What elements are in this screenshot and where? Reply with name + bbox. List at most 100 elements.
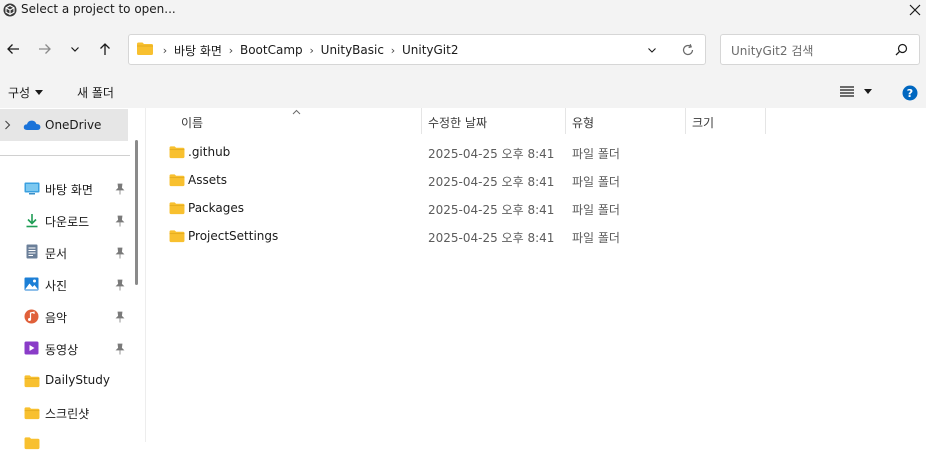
pin-icon[interactable] bbox=[115, 279, 125, 291]
sidebar-item-label: 바탕 화면 bbox=[45, 183, 93, 197]
new-folder-label: 새 폴더 bbox=[77, 86, 114, 100]
arrow-right-icon bbox=[39, 44, 51, 54]
breadcrumb-item[interactable]: 바탕 화면 bbox=[174, 42, 222, 59]
file-type: 파일 폴더 bbox=[572, 175, 620, 189]
sidebar-item-label: 스크린샷 bbox=[45, 407, 90, 421]
chevron-down-icon bbox=[648, 48, 656, 53]
sidebar-item-desktop[interactable]: 바탕 화면 bbox=[0, 176, 132, 200]
folder-icon bbox=[169, 230, 185, 243]
address-dropdown-button[interactable] bbox=[639, 37, 665, 63]
file-row[interactable]: .github 2025-04-25 오후 8:41 파일 폴더 bbox=[160, 142, 760, 164]
file-row[interactable]: Assets 2025-04-25 오후 8:41 파일 폴더 bbox=[160, 170, 760, 192]
column-divider[interactable] bbox=[765, 108, 766, 134]
view-options-button[interactable] bbox=[840, 86, 872, 97]
column-header-row bbox=[150, 108, 926, 136]
up-button[interactable] bbox=[92, 36, 118, 62]
search-icon[interactable] bbox=[895, 43, 908, 56]
sidebar-item-dailystudy[interactable]: DailyStudy bbox=[0, 368, 132, 392]
arrow-left-icon bbox=[7, 44, 19, 54]
file-date: 2025-04-25 오후 8:41 bbox=[428, 231, 555, 245]
sidebar-item-label: DailyStudy bbox=[45, 373, 111, 387]
sidebar-item-label: 다운로드 bbox=[45, 215, 90, 229]
sidebar-item-label: 동영상 bbox=[45, 343, 79, 357]
command-bar bbox=[0, 78, 926, 108]
column-divider[interactable] bbox=[565, 108, 566, 134]
svg-text:?: ? bbox=[907, 87, 913, 100]
breadcrumb-separator-icon: › bbox=[309, 43, 314, 57]
download-icon bbox=[26, 214, 38, 228]
folder-icon bbox=[24, 407, 40, 420]
folder-icon bbox=[137, 42, 153, 55]
breadcrumb-separator-icon: › bbox=[162, 43, 168, 57]
file-date: 2025-04-25 오후 8:41 bbox=[428, 175, 555, 189]
music-icon bbox=[24, 309, 39, 324]
sidebar-divider bbox=[0, 155, 130, 156]
sort-ascending-icon bbox=[292, 109, 301, 115]
sidebar-item-documents[interactable]: 문서 bbox=[0, 240, 132, 264]
pin-icon[interactable] bbox=[115, 311, 125, 323]
arrow-up-icon bbox=[100, 43, 110, 55]
list-view-icon bbox=[840, 86, 854, 97]
file-date: 2025-04-25 오후 8:41 bbox=[428, 147, 555, 161]
new-folder-button[interactable]: 새 폴더 bbox=[77, 84, 114, 101]
sidebar-item-music[interactable]: 음악 bbox=[0, 304, 132, 328]
sidebar-item-label: 음악 bbox=[45, 311, 68, 325]
sidebar-item-pictures[interactable]: 사진 bbox=[0, 272, 132, 296]
breadcrumb-item[interactable]: UnityBasic bbox=[321, 43, 384, 57]
close-button[interactable] bbox=[904, 0, 926, 20]
organize-button[interactable]: 구성 bbox=[8, 84, 44, 101]
breadcrumb-separator-icon: › bbox=[228, 43, 234, 57]
onedrive-cloud-icon bbox=[23, 120, 41, 130]
breadcrumb: › 바탕 화면 › BootCamp › UnityBasic › UnityG… bbox=[156, 42, 459, 59]
column-divider[interactable] bbox=[421, 108, 422, 134]
file-name: ProjectSettings bbox=[188, 229, 279, 243]
window-title: Select a project to open... bbox=[21, 2, 176, 16]
help-icon[interactable]: ? bbox=[902, 85, 918, 101]
folder-icon bbox=[169, 174, 185, 187]
organize-label: 구성 bbox=[8, 86, 31, 100]
recent-locations-button[interactable] bbox=[62, 36, 88, 62]
file-type: 파일 폴더 bbox=[572, 203, 620, 217]
breadcrumb-item[interactable]: UnityGit2 bbox=[402, 43, 459, 57]
pin-icon[interactable] bbox=[115, 343, 125, 355]
sidebar-item-label: 문서 bbox=[45, 247, 68, 261]
file-name: Assets bbox=[188, 173, 228, 187]
column-header-date[interactable]: 수정한 날짜 bbox=[428, 114, 487, 131]
column-header-size[interactable]: 크기 bbox=[692, 114, 714, 131]
sidebar-item-screenshots[interactable]: 스크린샷 bbox=[0, 400, 132, 424]
refresh-button[interactable] bbox=[675, 37, 701, 63]
column-header-type[interactable]: 유형 bbox=[572, 114, 594, 131]
file-row[interactable]: Packages 2025-04-25 오후 8:41 파일 폴더 bbox=[160, 198, 760, 220]
refresh-icon bbox=[682, 43, 694, 56]
video-icon bbox=[24, 341, 39, 355]
sidebar-scrollbar[interactable] bbox=[135, 140, 138, 285]
close-icon bbox=[909, 4, 921, 16]
column-divider[interactable] bbox=[685, 108, 686, 134]
sidebar-item-downloads[interactable]: 다운로드 bbox=[0, 208, 132, 232]
search-input[interactable]: UnityGit2 검색 bbox=[731, 42, 813, 59]
file-row[interactable]: ProjectSettings 2025-04-25 오후 8:41 파일 폴더 bbox=[160, 226, 760, 248]
sidebar-item-videos[interactable]: 동영상 bbox=[0, 336, 132, 360]
picture-icon bbox=[24, 277, 39, 291]
pin-icon[interactable] bbox=[115, 183, 125, 195]
folder-icon bbox=[169, 202, 185, 215]
sidebar-item-label: OneDrive bbox=[45, 118, 102, 132]
pin-icon[interactable] bbox=[115, 215, 125, 227]
breadcrumb-item[interactable]: BootCamp bbox=[240, 43, 303, 57]
file-date: 2025-04-25 오후 8:41 bbox=[428, 203, 555, 217]
sidebar-item-label: 사진 bbox=[45, 279, 68, 293]
file-name: Packages bbox=[188, 201, 244, 215]
back-button[interactable] bbox=[0, 36, 26, 62]
caret-down-icon bbox=[35, 89, 44, 95]
unity-app-icon bbox=[3, 3, 17, 17]
file-type: 파일 폴더 bbox=[572, 231, 620, 245]
document-icon bbox=[26, 244, 38, 259]
folder-icon bbox=[24, 437, 40, 450]
pane-separator[interactable] bbox=[145, 108, 146, 442]
pin-icon[interactable] bbox=[115, 247, 125, 259]
forward-button[interactable] bbox=[32, 36, 58, 62]
chevron-right-icon[interactable] bbox=[4, 120, 11, 130]
folder-icon bbox=[169, 146, 185, 159]
chevron-down-icon bbox=[71, 47, 79, 52]
column-header-name[interactable]: 이름 bbox=[181, 114, 203, 131]
